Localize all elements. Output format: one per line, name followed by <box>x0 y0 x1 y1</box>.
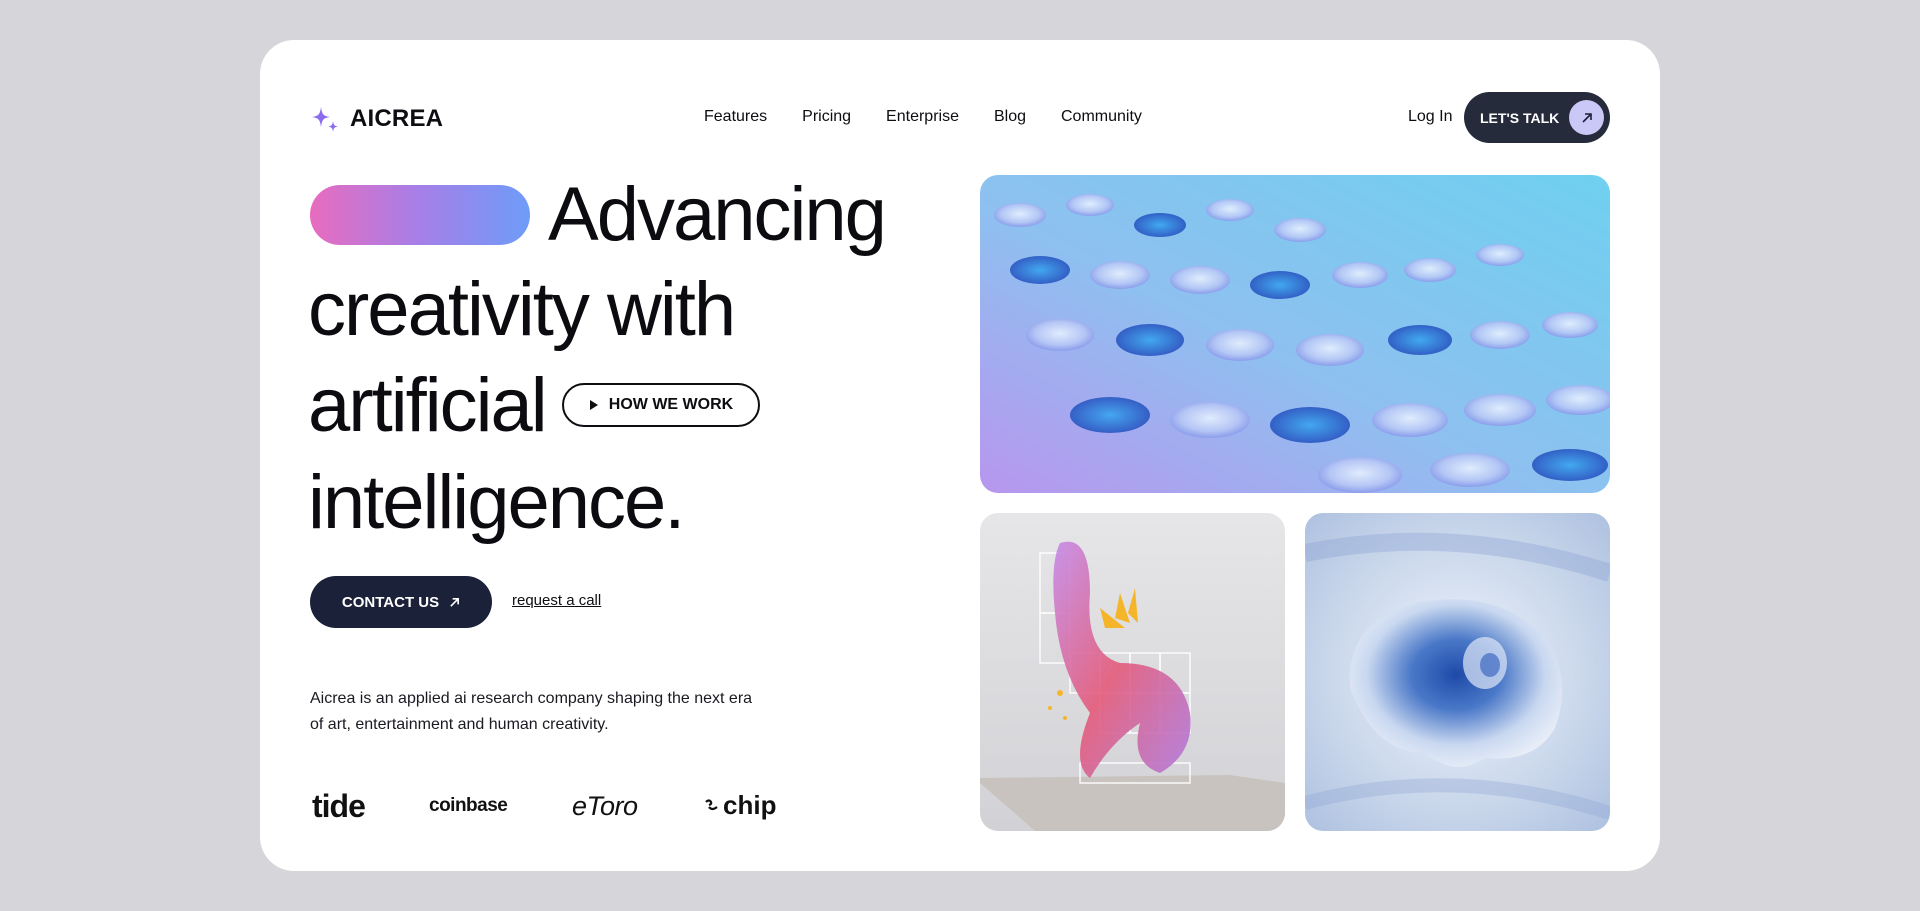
nav-item-features[interactable]: Features <box>704 108 767 126</box>
chip-mark-icon <box>705 798 718 810</box>
gradient-pill <box>310 185 530 245</box>
brand-name: AICREA <box>350 105 444 132</box>
glass-shapes-image <box>980 175 1610 493</box>
lets-talk-label: LET'S TALK <box>1480 109 1560 126</box>
contact-us-label: CONTACT US <box>341 593 440 611</box>
how-we-work-label: HOW WE WORK <box>608 396 734 413</box>
hero-line-2: creativity with <box>308 267 736 352</box>
partner-logo-chip: chip <box>704 790 776 821</box>
hero-line-1: Advancing <box>548 172 887 257</box>
hero-line-4: intelligence. <box>308 460 685 545</box>
how-we-work-button[interactable]: HOW WE WORK <box>562 383 760 427</box>
arrow-up-right-icon <box>450 597 460 607</box>
hero-line-3: artificial <box>308 363 548 448</box>
nav-item-enterprise[interactable]: Enterprise <box>886 108 959 126</box>
partner-logo-chip-label: chip <box>723 790 777 820</box>
crystal-skull-image <box>1305 513 1610 831</box>
brand-logo[interactable]: AICREA <box>310 104 443 134</box>
nav-item-community[interactable]: Community <box>1061 108 1142 126</box>
main-nav: Features Pricing Enterprise Blog Communi… <box>704 108 1142 126</box>
contact-us-button[interactable]: CONTACT US <box>310 576 492 628</box>
sparkle-icon <box>312 107 338 132</box>
partner-logo-tide: tide <box>312 788 366 824</box>
arrow-up-right-icon <box>1569 100 1604 135</box>
request-call-link[interactable]: request a call <box>512 592 601 609</box>
company-description: Aicrea is an applied ai research company… <box>310 690 753 733</box>
play-icon <box>589 400 598 410</box>
partner-logo-coinbase: coinbase <box>429 795 508 816</box>
partner-logo-etoro: eToro <box>572 791 638 821</box>
lets-talk-button[interactable]: LET'S TALK <box>1464 92 1610 143</box>
landing-card: AICREA Features Pricing Enterprise Blog … <box>260 40 1660 871</box>
nav-item-blog[interactable]: Blog <box>994 108 1026 126</box>
nav-item-pricing[interactable]: Pricing <box>802 108 851 126</box>
sculpture-chair-image <box>980 513 1285 831</box>
login-link[interactable]: Log In <box>1408 108 1452 126</box>
